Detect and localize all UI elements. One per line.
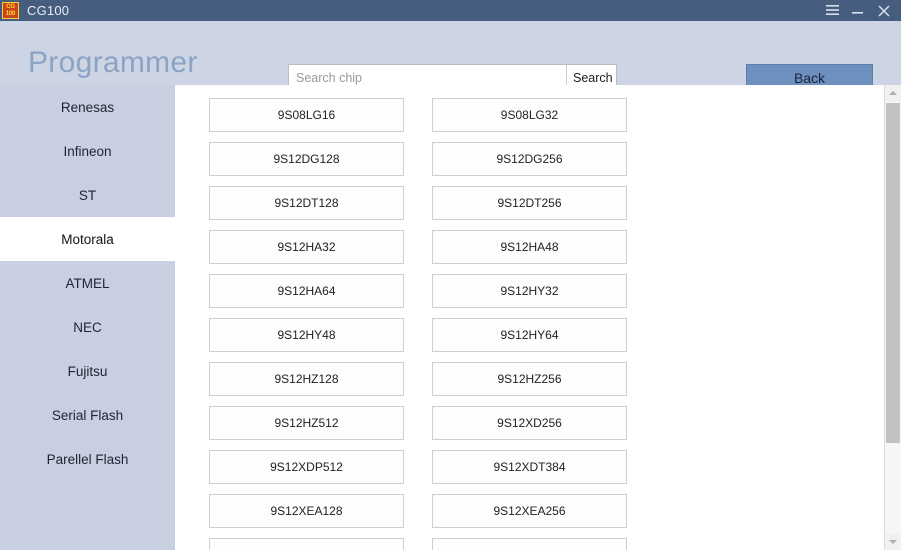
chip-button[interactable]: 9S08LG32 <box>432 98 627 132</box>
chip-button[interactable]: 9S12XEA128 <box>209 494 404 528</box>
chip-button[interactable]: 9S12XEG256 <box>432 538 627 550</box>
application-window: CG 100 CG100 Programmer Search chip Sear… <box>0 0 901 550</box>
close-icon[interactable] <box>871 0 897 21</box>
scrollbar-thumb[interactable] <box>886 103 900 443</box>
sidebar-item-fujitsu[interactable]: Fujitsu <box>0 349 175 393</box>
chip-button[interactable]: 9S12DG256 <box>432 142 627 176</box>
window-title: CG100 <box>27 3 70 18</box>
sidebar-item-label: ST <box>78 187 97 203</box>
sidebar-item-label: Parellel Flash <box>46 451 129 467</box>
sidebar-item-label: Motorala <box>61 231 114 247</box>
chip-button[interactable]: 9S12HY48 <box>209 318 404 352</box>
header-bar: Programmer Search Back <box>0 21 901 91</box>
sidebar-item-infineon[interactable]: Infineon <box>0 129 175 173</box>
chip-grid: 9S08LG16 9S08LG32 9S12DG128 9S12DG256 9S12DT… <box>175 85 876 550</box>
sidebar-item-label: ATMEL <box>65 275 110 291</box>
sidebar-item-label: Fujitsu <box>67 363 108 379</box>
scrollbar-track[interactable] <box>886 443 901 534</box>
scroll-up-arrow-icon[interactable] <box>885 85 901 101</box>
sidebar-item-st[interactable]: ST <box>0 173 175 217</box>
title-bar: CG 100 CG100 <box>0 0 901 21</box>
page-title: Programmer <box>28 46 198 79</box>
sidebar-item-renesas[interactable]: Renesas <box>0 85 175 129</box>
chip-button[interactable]: 9S12HY32 <box>432 274 627 308</box>
sidebar-item-label: Renesas <box>60 99 115 115</box>
chip-button[interactable]: 9S12HZ128 <box>209 362 404 396</box>
manufacturer-sidebar: Renesas Infineon ST Motorala ATMEL NEC Fujitsu… <box>0 85 175 550</box>
sidebar-item-label: Serial Flash <box>51 407 124 423</box>
chip-button[interactable]: 9S12HA32 <box>209 230 404 264</box>
chip-list-panel: 9S08LG16 9S08LG32 9S12DG128 9S12DG256 9S12DT… <box>175 85 901 550</box>
chip-button[interactable]: 9S12XEG128 <box>209 538 404 550</box>
scroll-down-arrow-icon[interactable] <box>885 534 901 550</box>
chip-button[interactable]: 9S12HZ256 <box>432 362 627 396</box>
sidebar-item-label: NEC <box>73 319 102 335</box>
chip-button[interactable]: 9S08LG16 <box>209 98 404 132</box>
app-logo-icon: CG 100 <box>2 2 19 19</box>
app-logo-line-2: 100 <box>5 11 16 17</box>
sidebar-item-nec[interactable]: NEC <box>0 305 175 349</box>
app-logo-line-1: CG <box>6 4 15 10</box>
chip-button[interactable]: 9S12XDT384 <box>432 450 627 484</box>
chip-button[interactable]: 9S12HA64 <box>209 274 404 308</box>
chip-button[interactable]: 9S12XD256 <box>432 406 627 440</box>
sidebar-item-atmel[interactable]: ATMEL <box>0 261 175 305</box>
chip-button[interactable]: 9S12DG128 <box>209 142 404 176</box>
chip-button[interactable]: 9S12HY64 <box>432 318 627 352</box>
sidebar-item-parellel-flash[interactable]: Parellel Flash <box>0 437 175 481</box>
chip-button[interactable]: 9S12HA48 <box>432 230 627 264</box>
vertical-scrollbar[interactable] <box>884 85 901 550</box>
chip-button[interactable]: 9S12XEA256 <box>432 494 627 528</box>
chip-button[interactable]: 9S12HZ512 <box>209 406 404 440</box>
window-controls <box>819 0 901 21</box>
chip-button[interactable]: 9S12XDP512 <box>209 450 404 484</box>
chip-button[interactable]: 9S12DT128 <box>209 186 404 220</box>
sidebar-item-serial-flash[interactable]: Serial Flash <box>0 393 175 437</box>
sidebar-item-label: Infineon <box>63 143 112 159</box>
hamburger-menu-icon[interactable] <box>819 0 845 21</box>
sidebar-item-motorala[interactable]: Motorala <box>0 217 175 261</box>
minimize-icon[interactable] <box>845 0 871 21</box>
chip-button[interactable]: 9S12DT256 <box>432 186 627 220</box>
